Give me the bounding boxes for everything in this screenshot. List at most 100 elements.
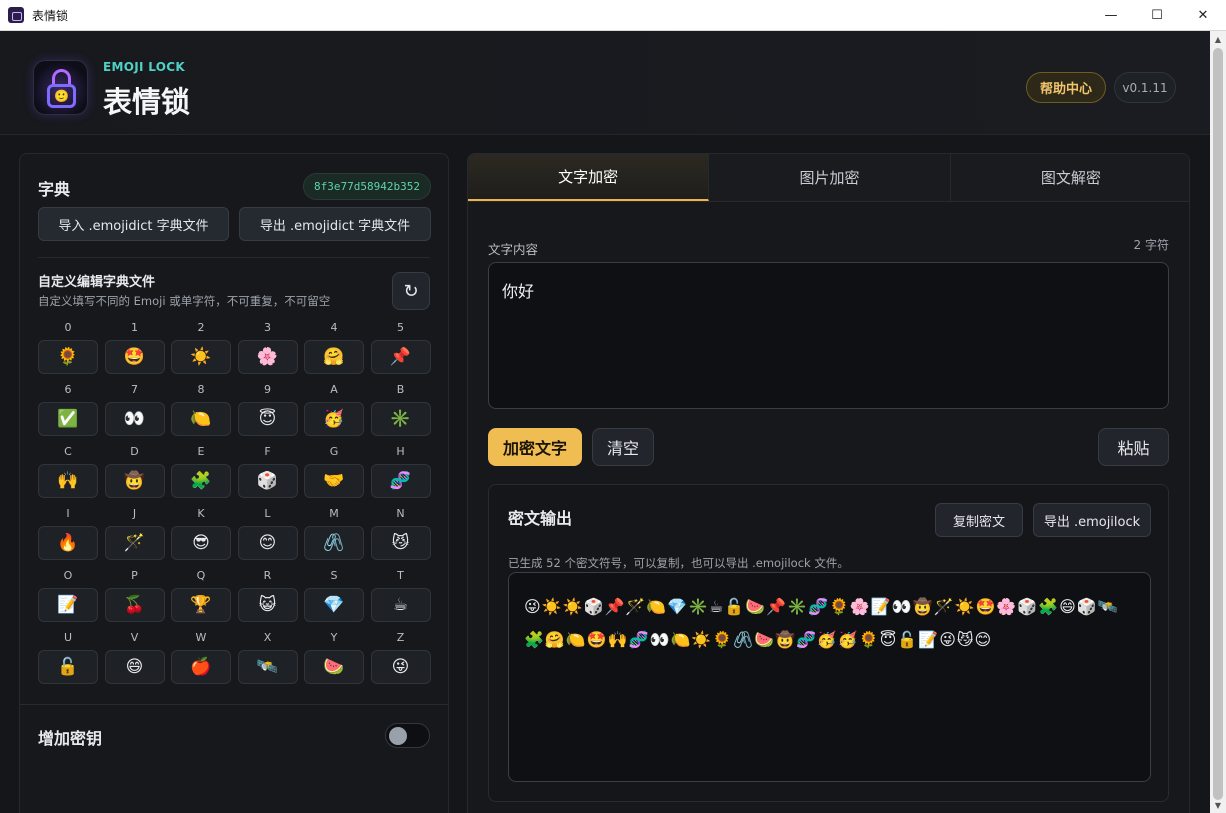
- ciphertext-info: 已生成 52 个密文符号，可以复制，也可以导出 .emojilock 文件。: [508, 556, 849, 570]
- dict-cell-key: K: [197, 507, 205, 520]
- dict-cell: H 🧬: [370, 444, 431, 506]
- ciphertext-output-box[interactable]: 😜☀️☀️🎲📌🪄🍋💎✳️☕🔓🍉📌✳️🧬🌻🌸📝👀🤠🪄☀️🤩🌸🎲🧩😄🎲🛰️🧩🤗🍋🤩🙌…: [508, 572, 1151, 782]
- import-dict-button[interactable]: 导入 .emojidict 字典文件: [38, 207, 229, 241]
- divider: [20, 704, 448, 705]
- char-count: 2 字符: [1133, 238, 1169, 252]
- dict-cell-emoji-input[interactable]: 💎: [304, 588, 364, 622]
- close-button[interactable]: ✕: [1180, 0, 1226, 31]
- dict-cell-key: S: [330, 569, 338, 582]
- encrypt-text-button[interactable]: 加密文字: [488, 428, 582, 466]
- dict-cell-key: L: [264, 507, 271, 520]
- dict-cell-emoji-input[interactable]: 🖇️: [304, 526, 364, 560]
- main-panel: 文字加密 图片加密 图文解密 文字内容 2 字符 你好 加密文字 清空 粘贴 密…: [467, 153, 1190, 813]
- dict-cell-emoji-input[interactable]: 😄: [104, 650, 165, 684]
- dict-cell-emoji-input[interactable]: 🔓: [38, 650, 98, 684]
- dictionary-hash-badge: 8f3e77d58942b352: [303, 173, 431, 200]
- tab-text-encrypt[interactable]: 文字加密: [468, 154, 710, 201]
- add-key-toggle[interactable]: [385, 723, 430, 748]
- scroll-down-arrow-icon[interactable]: ▼: [1210, 797, 1226, 813]
- dict-cell-emoji-input[interactable]: 😜: [370, 650, 431, 684]
- dict-cell-key: 0: [64, 321, 72, 334]
- dict-cell-key: 3: [264, 321, 271, 334]
- dict-cell-key: D: [130, 445, 139, 458]
- dict-cell: 7 👀: [104, 382, 165, 444]
- scrollbar-thumb[interactable]: [1213, 48, 1223, 800]
- dict-cell-emoji-input[interactable]: 🎲: [237, 464, 298, 498]
- dict-cell-key: 5: [397, 321, 404, 334]
- window-scrollbar[interactable]: ▲ ▼: [1210, 31, 1226, 813]
- dict-cell-emoji-input[interactable]: 👀: [104, 402, 165, 436]
- clear-button[interactable]: 清空: [592, 428, 654, 466]
- maximize-button[interactable]: ☐: [1134, 0, 1180, 31]
- dict-cell-emoji-input[interactable]: 🌸: [237, 340, 298, 374]
- dict-cell-emoji-input[interactable]: 🍉: [304, 650, 364, 684]
- copy-ciphertext-button[interactable]: 复制密文: [935, 503, 1023, 537]
- lock-logo-icon: 🙂: [33, 60, 88, 115]
- app-header: 🙂 EMOJI LOCK 表情锁 帮助中心 v0.1.11: [0, 31, 1210, 135]
- dict-cell-emoji-input[interactable]: 📌: [370, 340, 431, 374]
- dict-cell-key: P: [131, 569, 138, 582]
- dict-cell-emoji-input[interactable]: 😺: [237, 588, 298, 622]
- dict-cell-emoji-input[interactable]: 🧩: [171, 464, 231, 498]
- dict-cell-emoji-input[interactable]: 😼: [370, 526, 431, 560]
- help-center-button[interactable]: 帮助中心: [1026, 72, 1106, 103]
- dict-cell-key: T: [397, 569, 404, 582]
- dict-cell-emoji-input[interactable]: 😎: [171, 526, 231, 560]
- dict-cell-emoji-input[interactable]: 🙌: [38, 464, 98, 498]
- dict-cell: U 🔓: [38, 630, 98, 692]
- dict-cell: 8 🍋: [171, 382, 231, 444]
- dict-cell-emoji-input[interactable]: 🔥: [38, 526, 98, 560]
- window-controls: — ☐ ✕: [1088, 0, 1226, 31]
- dict-cell-emoji-input[interactable]: 🧬: [370, 464, 431, 498]
- custom-dict-title: 自定义编辑字典文件: [38, 275, 156, 290]
- tab-decrypt[interactable]: 图文解密: [951, 154, 1189, 201]
- dict-cell-key: A: [330, 383, 338, 396]
- dict-cell-emoji-input[interactable]: ☕: [370, 588, 431, 622]
- dict-cell-emoji-input[interactable]: 🪄: [104, 526, 165, 560]
- dict-cell-key: 8: [197, 383, 205, 396]
- dict-cell: Z 😜: [370, 630, 431, 692]
- window-title: 表情锁: [32, 8, 69, 23]
- dict-cell: T ☕: [370, 568, 431, 630]
- scroll-up-arrow-icon[interactable]: ▲: [1210, 31, 1226, 47]
- export-emojilock-button[interactable]: 导出 .emojilock: [1033, 503, 1151, 537]
- paste-button[interactable]: 粘贴: [1098, 428, 1169, 466]
- dict-cell-emoji-input[interactable]: 🤝: [304, 464, 364, 498]
- dict-cell: R 😺: [237, 568, 298, 630]
- dict-cell-emoji-input[interactable]: ☀️: [171, 340, 231, 374]
- text-content-label: 文字内容: [488, 242, 539, 257]
- dict-cell-emoji-input[interactable]: 🛰️: [237, 650, 298, 684]
- dict-cell: Q 🏆: [171, 568, 231, 630]
- dict-cell-emoji-input[interactable]: ✅: [38, 402, 98, 436]
- app-icon: [8, 7, 24, 23]
- export-dict-button[interactable]: 导出 .emojidict 字典文件: [239, 207, 431, 241]
- dict-cell-emoji-input[interactable]: 🤩: [104, 340, 165, 374]
- minimize-button[interactable]: —: [1088, 0, 1134, 31]
- dict-cell-emoji-input[interactable]: 🏆: [171, 588, 231, 622]
- ciphertext-output-title: 密文输出: [508, 509, 573, 528]
- dict-cell-emoji-input[interactable]: 🍎: [171, 650, 231, 684]
- text-content-input[interactable]: 你好: [488, 262, 1169, 409]
- dict-cell-emoji-input[interactable]: 🥳: [304, 402, 364, 436]
- dict-cell-key: H: [396, 445, 405, 458]
- dict-cell: 9 😇: [237, 382, 298, 444]
- dict-cell: N 😼: [370, 506, 431, 568]
- refresh-icon[interactable]: ↻: [392, 272, 430, 310]
- dict-cell: F 🎲: [237, 444, 298, 506]
- dict-cell-emoji-input[interactable]: 🍋: [171, 402, 231, 436]
- toggle-knob: [389, 727, 407, 745]
- dict-cell-emoji-input[interactable]: 😇: [237, 402, 298, 436]
- dict-cell: 3 🌸: [237, 320, 298, 382]
- dict-cell: W 🍎: [171, 630, 231, 692]
- dict-cell-emoji-input[interactable]: 🤠: [104, 464, 165, 498]
- dict-cell-key: Y: [330, 631, 338, 644]
- dict-cell-emoji-input[interactable]: ✳️: [370, 402, 431, 436]
- tab-image-encrypt[interactable]: 图片加密: [709, 154, 951, 201]
- dict-cell-emoji-input[interactable]: 🍒: [104, 588, 165, 622]
- dict-cell-emoji-input[interactable]: 📝: [38, 588, 98, 622]
- tab-bar: 文字加密 图片加密 图文解密: [468, 154, 1189, 202]
- dict-cell: 1 🤩: [104, 320, 165, 382]
- dict-cell-emoji-input[interactable]: 🌻: [38, 340, 98, 374]
- dict-cell-emoji-input[interactable]: 😊: [237, 526, 298, 560]
- dict-cell-emoji-input[interactable]: 🤗: [304, 340, 364, 374]
